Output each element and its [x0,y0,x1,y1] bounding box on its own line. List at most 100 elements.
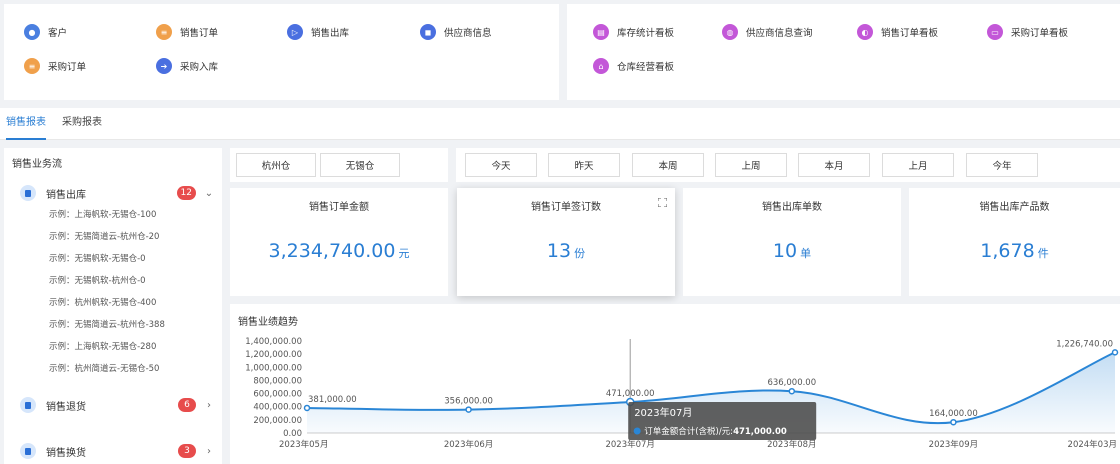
data-label: 471,000.00 [606,389,655,399]
sidebar-sub-item[interactable]: 示例：无锡帆软-无锡仓-0 [49,252,146,264]
count-badge: 6 [178,398,196,412]
kpi-card: 销售订单签订数 13 份 [457,188,675,296]
supplier-icon: ◼ [420,24,436,40]
data-label: 164,000.00 [929,409,978,419]
legend-dot-icon [633,427,641,435]
y-tick-label: 200,000.00 [253,416,302,426]
kpi-card-title: 销售出库产品数 [979,202,1050,213]
quick-link-label: 供应商信息查询 [746,28,813,39]
quick-link-order[interactable]: ≡ 销售订单 [156,22,218,42]
date-filter-button[interactable]: 今年 [966,153,1038,177]
chevron-right-icon[interactable]: › [204,400,214,411]
sidebar-title: 销售业务流 [12,159,62,170]
quick-link-label: 仓库经营看板 [617,62,675,73]
y-tick-label: 1,200,000.00 [245,350,302,360]
y-tick-label: 400,000.00 [253,403,302,413]
report-tabs: 销售报表 采购报表 [0,108,1120,140]
date-filter-button[interactable]: 昨天 [548,153,620,177]
x-tick-label: 2024年03月 [1068,439,1117,450]
data-point[interactable] [303,404,311,412]
sidebar-group-label: 销售出库 [46,189,86,201]
quick-link-label: 销售出库 [311,28,350,39]
kpi-card: 销售订单金额 3,234,740.00 元 [230,188,448,296]
kpi-value-unit: 元 [398,247,410,260]
quick-link-purchase-board[interactable]: ▭ 采购订单看板 [987,22,1068,42]
sales-board-icon: ◐ [857,24,873,40]
document-icon [20,397,36,413]
quick-link-supplier-query[interactable]: ◍ 供应商信息查询 [722,22,813,42]
data-label: 381,000.00 [308,395,357,405]
quick-link-inventory[interactable]: ▤ 库存统计看板 [593,22,674,42]
data-point[interactable] [465,406,472,413]
kpi-value-number: 10 [772,240,798,262]
tooltip-title: 2023年07月 [634,406,692,419]
sidebar-sub-item[interactable]: 示例：上海帆软-无锡仓-100 [49,208,156,220]
kpi-card-value: 13 份 [457,240,675,262]
warehouse-filter-button[interactable]: 无锡仓 [320,153,400,177]
data-point[interactable] [1111,349,1119,356]
sidebar-sub-item[interactable]: 示例：无锡简道云-杭州仓-20 [49,230,159,242]
warehouse-filter-button[interactable]: 杭州仓 [236,153,316,177]
sidebar-group-0[interactable]: 销售出库 12 ⌄ [12,182,214,204]
sidebar-group-1[interactable]: 销售退货 6 › [12,394,214,416]
expand-icon[interactable] [657,197,668,208]
sidebar-sub-item[interactable]: 示例：无锡简道云-杭州仓-388 [49,318,165,330]
chevron-down-icon[interactable]: ⌄ [204,188,214,199]
quick-link-send[interactable]: ▷ 销售出库 [287,22,349,42]
tab-purchase-report[interactable]: 采购报表 [62,108,102,140]
tooltip-label: 订单金额合计(含税)/元: [644,426,733,437]
quick-link-warehouse[interactable]: ⌂ 仓库经营看板 [593,56,674,76]
x-tick-label: 2023年05月 [279,439,328,450]
sidebar-group-2[interactable]: 销售换货 3 › [12,440,214,462]
quick-link-user[interactable]: ● 客户 [24,22,67,42]
data-point[interactable] [788,387,796,395]
x-tick-label: 2023年09月 [929,439,978,450]
quick-link-label: 采购订单 [48,62,87,73]
sidebar-group-label: 销售退货 [46,401,86,413]
quick-link-purchase-order[interactable]: ≡ 采购订单 [24,56,86,76]
sidebar-sub-item[interactable]: 示例：杭州简道云-无锡仓-50 [49,362,159,374]
y-tick-label: 600,000.00 [253,390,302,400]
kpi-value-number: 1,678 [980,240,1035,262]
kpi-value-number: 13 [546,240,572,262]
date-filter-button[interactable]: 今天 [465,153,537,177]
sales-flow-sidebar: 销售业务流 销售出库 12 ⌄ 示例：上海帆软-无锡仓-100 示例：无锡简道云-杭州仓… [4,148,222,464]
sidebar-sub-item[interactable]: 示例：无锡帆软-杭州仓-0 [49,274,146,286]
data-label: 356,000.00 [444,397,493,407]
date-filter-button[interactable]: 本月 [798,153,870,177]
date-filter-button[interactable]: 上周 [715,153,787,177]
y-tick-label: 800,000.00 [253,376,302,386]
quick-link-label: 库存统计看板 [617,28,675,39]
quick-link-inbound[interactable]: ➔ 采购入库 [156,56,218,76]
sales-trend-chart-panel: 销售业绩趋势 0.00 200,000.00 400,000.00 600,000.0… [230,304,1120,464]
x-tick-label: 2023年08月 [767,439,816,450]
sidebar-sub-item[interactable]: 示例：上海帆软-无锡仓-280 [49,340,156,352]
data-point[interactable] [950,418,957,426]
quick-link-label: 客户 [48,28,68,39]
sidebar-sub-item[interactable]: 示例：杭州帆软-无锡仓-400 [49,296,156,308]
quick-link-label: 采购订单看板 [1011,28,1069,39]
y-tick-label: 0.00 [283,429,302,439]
chart-tooltip: 2023年07月订单金额合计(含税)/元:471,000.00 [628,402,817,440]
kpi-card-title: 销售订单金额 [309,202,369,213]
quick-link-sales-board[interactable]: ◐ 销售订单看板 [857,22,938,42]
tooltip-value: 471,000.00 [733,427,787,437]
quick-link-label: 销售订单 [180,28,219,39]
quick-link-supplier[interactable]: ◼ 供应商信息 [420,22,492,42]
y-tick-label: 1,000,000.00 [245,363,302,373]
kpi-card-value: 3,234,740.00 元 [230,240,448,262]
document-icon [20,443,36,459]
kpi-value-unit: 单 [800,247,812,260]
chevron-right-icon[interactable]: › [204,446,214,457]
tab-sales-report[interactable]: 销售报表 [6,108,46,140]
kpi-value-number: 3,234,740.00 [268,240,396,262]
kpi-card: 销售出库单数 10 单 [683,188,901,296]
date-filter-button[interactable]: 本周 [632,153,704,177]
x-tick-label: 2023年06月 [444,439,493,450]
tooltip-series-label: 订单金额合计(含税)/元:471,000.00 [644,426,787,437]
user-icon: ● [24,24,40,40]
sales-trend-chart[interactable]: 0.00 200,000.00 400,000.00 600,000.00 800,00… [230,304,1120,464]
date-filter-button[interactable]: 上月 [882,153,954,177]
data-label: 636,000.00 [767,378,816,388]
kpi-value-unit: 份 [574,247,586,260]
